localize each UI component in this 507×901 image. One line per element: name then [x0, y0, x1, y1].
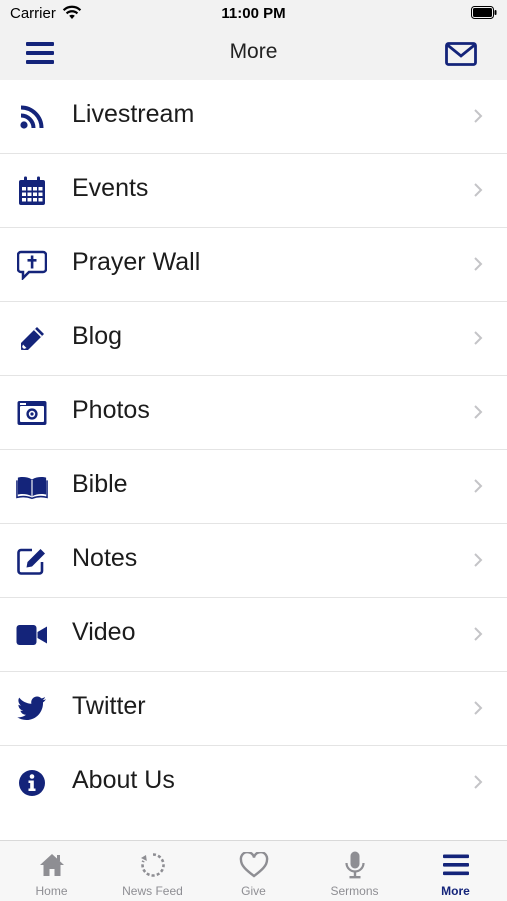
menu-item-label: Notes [72, 544, 138, 572]
menu-item-label: About Us [72, 766, 175, 794]
chevron-right-icon [474, 775, 483, 789]
tab-sermons[interactable]: Sermons [304, 841, 405, 901]
menu-item-prayer-wall[interactable]: Prayer Wall [0, 228, 507, 302]
menu-item-notes[interactable]: Notes [0, 524, 507, 598]
news-feed-icon [102, 850, 203, 880]
tab-give[interactable]: Give [203, 841, 304, 901]
menu-item-label: Events [72, 174, 149, 202]
home-icon [1, 850, 102, 880]
top-nav-bar: More [0, 28, 507, 80]
menu-item-label: Prayer Wall [72, 248, 201, 276]
chevron-right-icon [474, 479, 483, 493]
menu-item-label: Bible [72, 470, 128, 498]
mail-icon[interactable] [445, 42, 477, 66]
microphone-icon [304, 850, 405, 880]
tab-label: Home [35, 884, 68, 898]
menu-item-video[interactable]: Video [0, 598, 507, 672]
tab-label: Give [241, 884, 266, 898]
rss-icon [16, 102, 48, 132]
chevron-right-icon [474, 109, 483, 123]
status-time: 11:00 PM [221, 5, 286, 22]
list-footer-space [0, 814, 507, 840]
battery-icon [471, 6, 497, 19]
menu-item-livestream[interactable]: Livestream [0, 80, 507, 154]
menu-item-about-us[interactable]: About Us [0, 746, 507, 820]
calendar-icon [16, 176, 48, 206]
menu-item-blog[interactable]: Blog [0, 302, 507, 376]
chevron-right-icon [474, 553, 483, 567]
menu-item-label: Photos [72, 396, 150, 424]
tab-more[interactable]: More [405, 841, 506, 901]
menu-item-bible[interactable]: Bible [0, 450, 507, 524]
chevron-right-icon [474, 183, 483, 197]
menu-item-twitter[interactable]: Twitter [0, 672, 507, 746]
chevron-right-icon [474, 701, 483, 715]
tab-label: Sermons [330, 884, 379, 898]
twitter-icon [16, 694, 48, 724]
notes-icon [16, 546, 48, 576]
status-bar: Carrier 11:00 PM [0, 0, 507, 28]
menu-item-label: Livestream [72, 100, 195, 128]
menu-item-events[interactable]: Events [0, 154, 507, 228]
page-title: More [229, 40, 278, 63]
menu-item-label: Blog [72, 322, 123, 350]
video-camera-icon [16, 620, 48, 650]
chevron-right-icon [474, 405, 483, 419]
heart-icon [203, 850, 304, 880]
more-menu-icon [405, 850, 506, 880]
chevron-right-icon [474, 257, 483, 271]
menu-item-label: Video [72, 618, 136, 646]
chevron-right-icon [474, 331, 483, 345]
book-icon [16, 472, 48, 502]
more-menu-list: Livestream Events Prayer Wall Blog Photo… [0, 80, 507, 820]
pencil-icon [16, 324, 48, 354]
tab-label: News Feed [122, 884, 183, 898]
camera-icon [16, 398, 48, 428]
info-icon [16, 768, 48, 798]
tab-label: More [441, 884, 470, 898]
chevron-right-icon [474, 627, 483, 641]
tab-home[interactable]: Home [1, 841, 102, 901]
tab-news-feed[interactable]: News Feed [102, 841, 203, 901]
bottom-tab-bar: Home News Feed Give Sermons More [0, 840, 507, 901]
menu-item-photos[interactable]: Photos [0, 376, 507, 450]
prayer-bubble-icon [16, 250, 48, 280]
menu-item-label: Twitter [72, 692, 146, 720]
